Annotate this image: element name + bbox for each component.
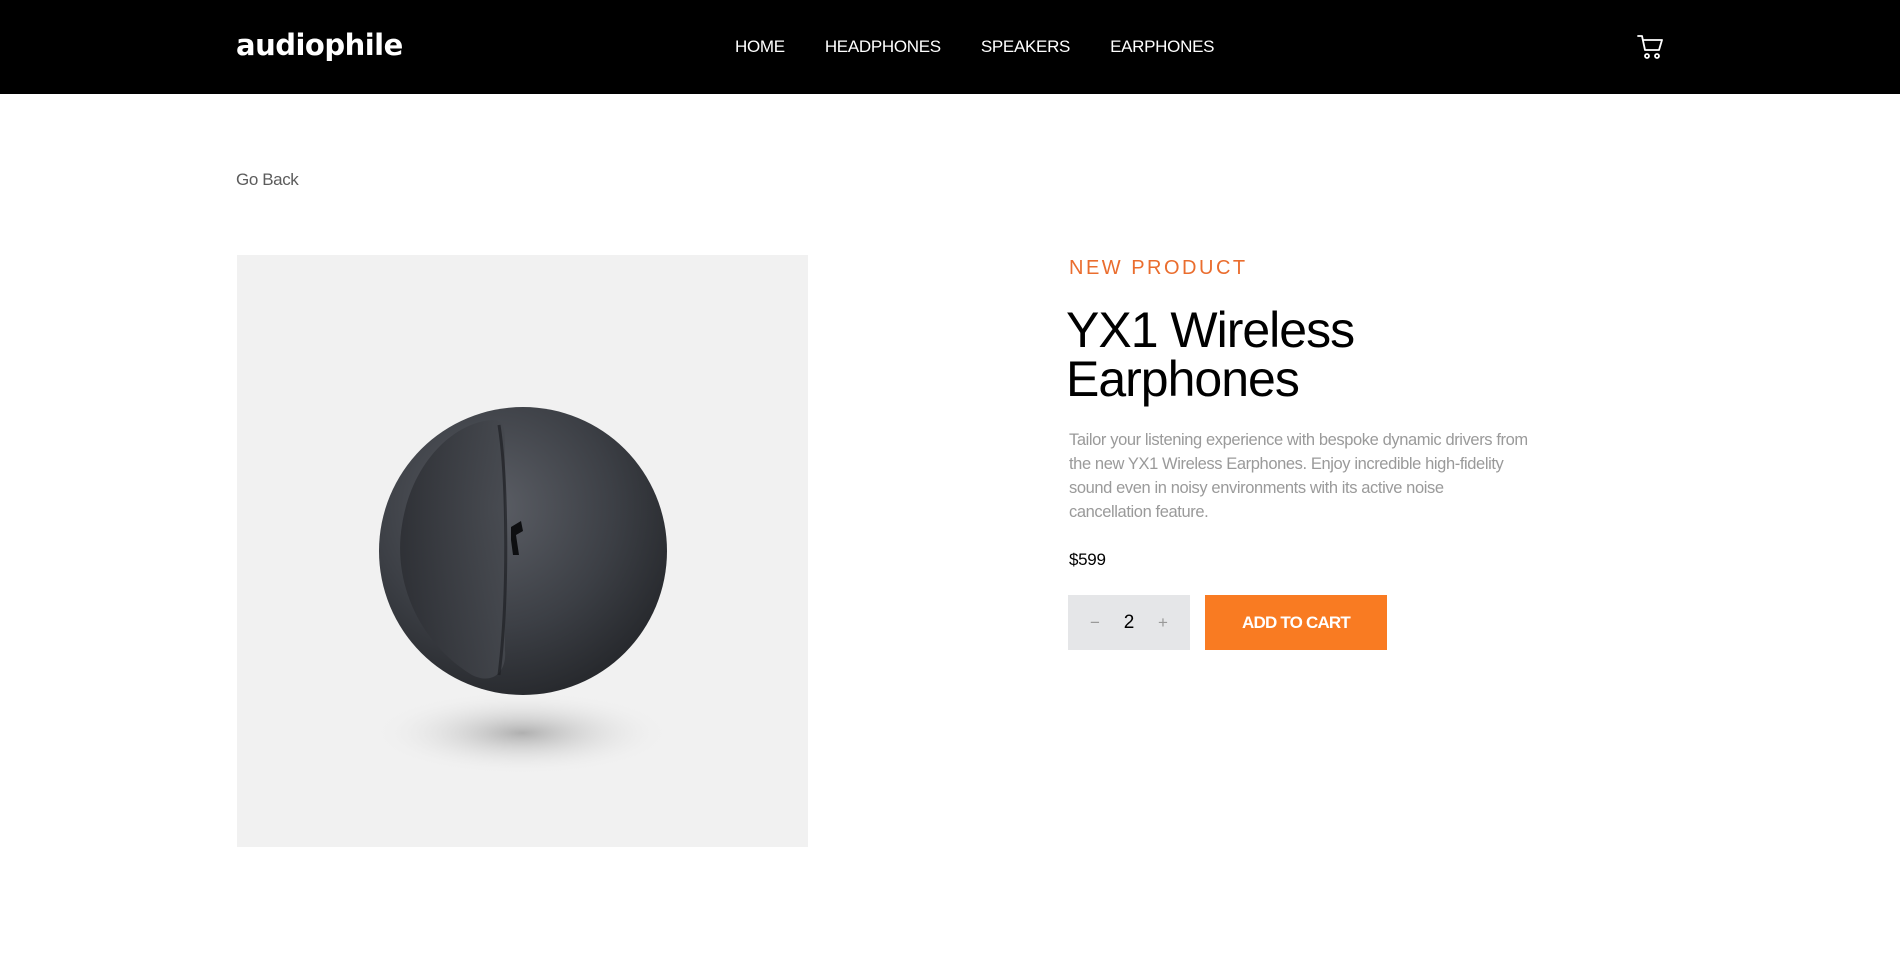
- decrement-button[interactable]: −: [1086, 613, 1104, 633]
- main-nav: HOME HEADPHONES SPEAKERS EARPHONES: [735, 37, 1214, 57]
- add-to-cart-button[interactable]: ADD TO CART: [1205, 595, 1387, 650]
- nav-home[interactable]: HOME: [735, 37, 785, 57]
- increment-button[interactable]: +: [1154, 613, 1172, 633]
- cart-icon[interactable]: [1637, 34, 1664, 60]
- product-price: $599: [1069, 550, 1106, 569]
- new-product-label: NEW PRODUCT: [1069, 257, 1248, 279]
- product-title: YX1 Wireless Earphones: [1066, 302, 1355, 407]
- quantity-stepper: − 2 +: [1068, 595, 1190, 650]
- site-header: audiophile HOME HEADPHONES SPEAKERS EARP…: [0, 0, 1900, 94]
- nav-headphones[interactable]: HEADPHONES: [825, 37, 941, 57]
- product-description: Tailor your listening experience with be…: [1069, 431, 1528, 521]
- nav-speakers[interactable]: SPEAKERS: [981, 37, 1071, 57]
- nav-earphones[interactable]: EARPHONES: [1110, 37, 1214, 57]
- product-image: [237, 255, 808, 847]
- go-back-link[interactable]: Go Back: [236, 170, 299, 190]
- quantity-value[interactable]: 2: [1109, 612, 1149, 634]
- earphone-image: [372, 407, 672, 775]
- logo[interactable]: audiophile: [236, 28, 403, 62]
